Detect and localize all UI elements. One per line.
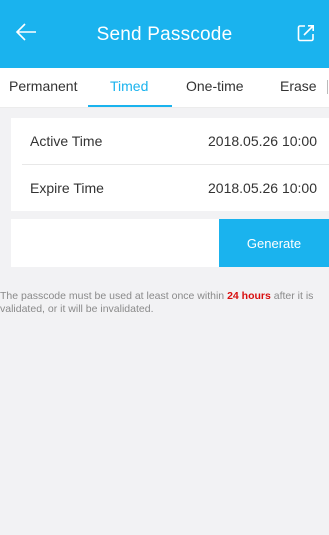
generate-row: Generate bbox=[11, 219, 329, 267]
active-time-row[interactable]: Active Time 2018.05.26 10:00 bbox=[11, 118, 329, 164]
share-external-icon bbox=[297, 24, 315, 47]
tab-bar: Permanent Timed One-time Erase bbox=[0, 68, 329, 108]
share-button[interactable] bbox=[293, 22, 319, 48]
tab-permanent[interactable]: Permanent bbox=[9, 68, 77, 108]
page-title: Send Passcode bbox=[96, 24, 233, 45]
top-bar: Send Passcode bbox=[0, 0, 329, 68]
note-highlight: 24 hours bbox=[227, 290, 271, 302]
passcode-validity-note: The passcode must be used at least once … bbox=[0, 290, 329, 316]
time-settings-card: Active Time 2018.05.26 10:00 Expire Time… bbox=[11, 118, 329, 211]
active-time-value: 2018.05.26 10:00 bbox=[208, 133, 317, 149]
tab-timed[interactable]: Timed bbox=[110, 68, 148, 108]
expire-time-value: 2018.05.26 10:00 bbox=[208, 180, 317, 196]
app-screen: Send Passcode Permanent Timed One-time E… bbox=[0, 0, 329, 535]
generate-button[interactable]: Generate bbox=[219, 219, 329, 267]
passcode-input[interactable] bbox=[11, 219, 219, 267]
tab-erase[interactable]: Erase bbox=[280, 68, 317, 108]
tab-one-time[interactable]: One-time bbox=[186, 68, 244, 108]
tab-scroll-edge bbox=[327, 80, 328, 94]
active-tab-indicator bbox=[88, 105, 172, 107]
active-time-label: Active Time bbox=[30, 133, 103, 149]
expire-time-label: Expire Time bbox=[30, 180, 104, 196]
note-text-start: The passcode must be used at least once … bbox=[0, 290, 228, 302]
expire-time-row[interactable]: Expire Time 2018.05.26 10:00 bbox=[11, 165, 329, 211]
